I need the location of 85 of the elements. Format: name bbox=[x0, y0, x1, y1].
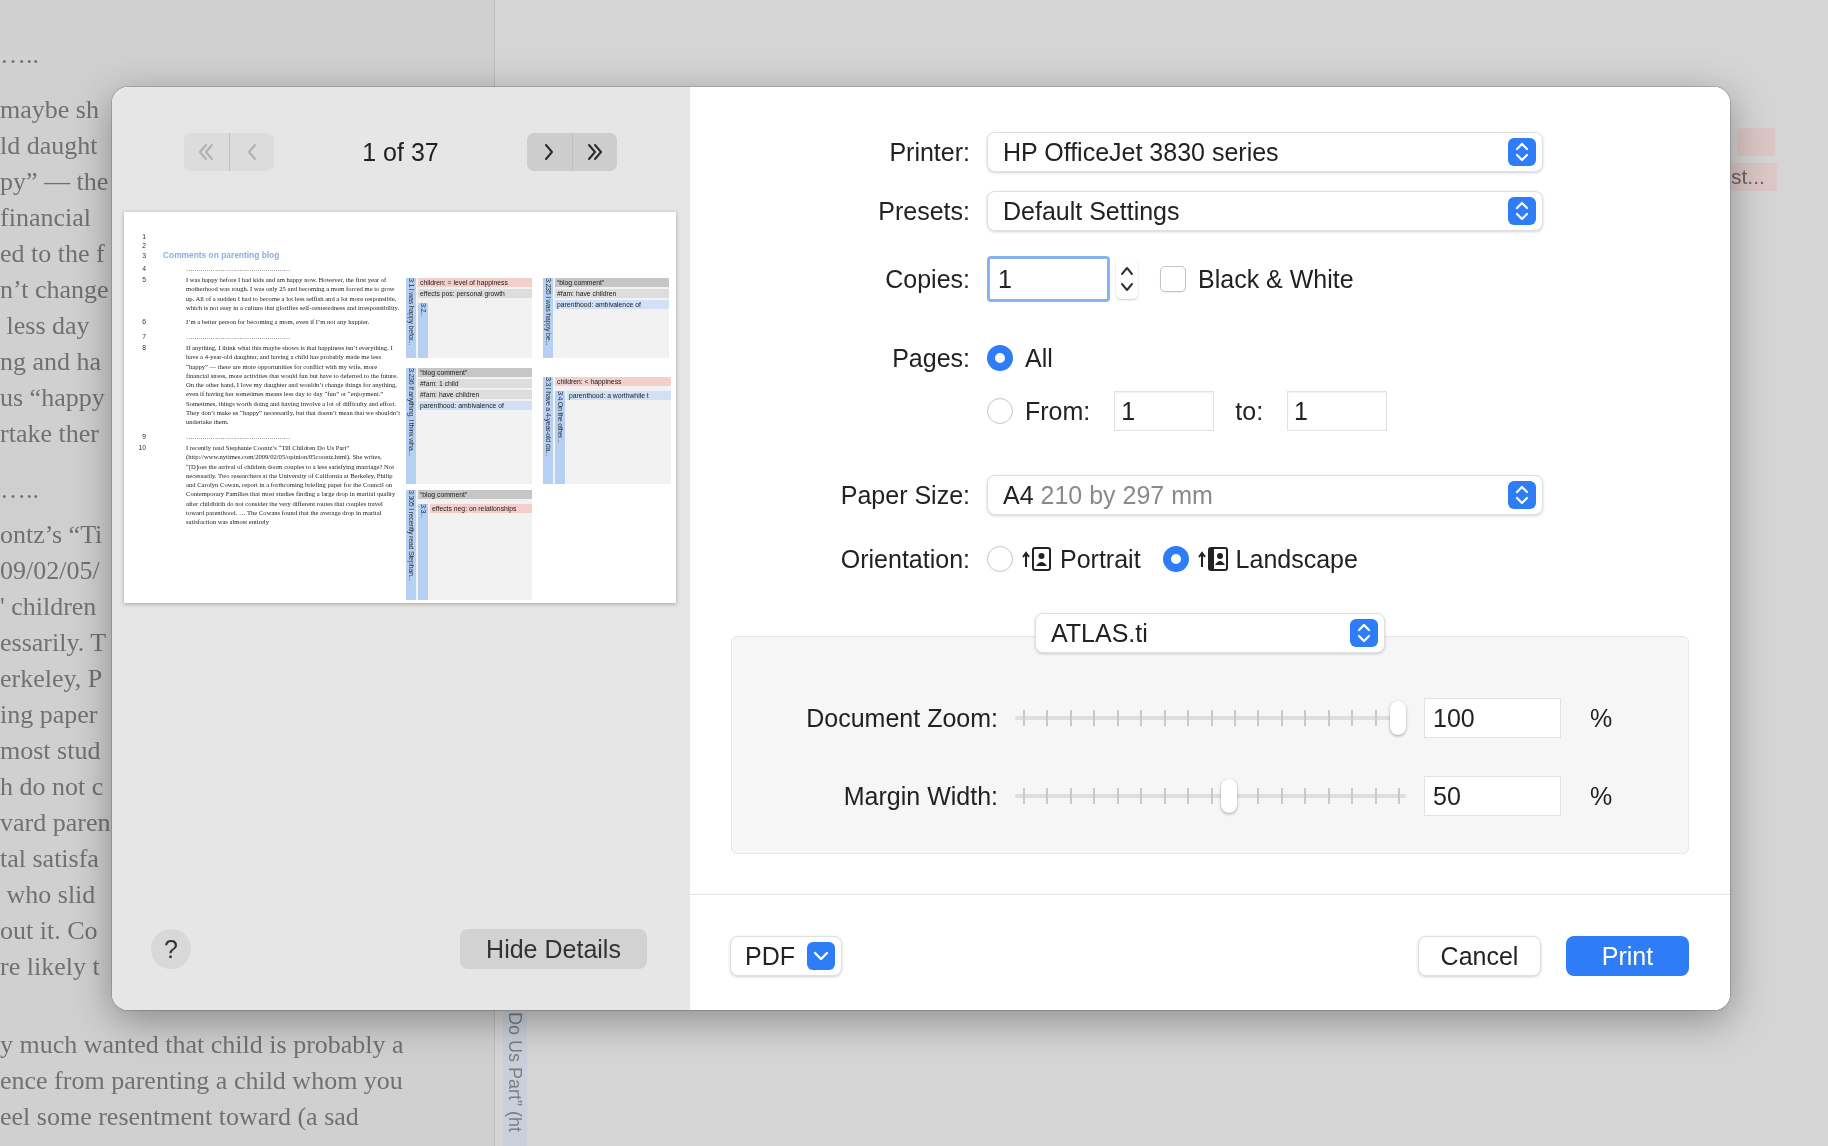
to-page-field[interactable]: 1 bbox=[1287, 391, 1388, 431]
code-tag: st... bbox=[1731, 163, 1777, 191]
cancel-button[interactable]: Cancel bbox=[1418, 936, 1541, 976]
printer-popup[interactable]: HP OfficeJet 3830 series bbox=[987, 132, 1543, 172]
field-label: to: bbox=[1235, 396, 1264, 426]
radio-button[interactable] bbox=[987, 345, 1013, 371]
code-tag bbox=[1737, 128, 1775, 156]
document-text: erkeley, P bbox=[0, 663, 104, 695]
value-field[interactable]: 100 bbox=[1424, 698, 1561, 738]
radio-button[interactable] bbox=[987, 546, 1013, 572]
document-text: re likely t bbox=[0, 951, 101, 983]
field-label: Paper Size: bbox=[839, 480, 970, 510]
up-down-chevron-icon bbox=[1508, 481, 1536, 509]
quote-label: Do Us Part” (ht bbox=[503, 1012, 527, 1146]
document-text: maybe sh bbox=[0, 94, 100, 126]
document-text: ed to the f bbox=[0, 238, 106, 270]
portrait-icon bbox=[1022, 545, 1054, 573]
checkbox[interactable] bbox=[1160, 266, 1186, 292]
document-text: us “happy bbox=[0, 382, 106, 414]
document-text: ing paper bbox=[0, 699, 99, 731]
from-page-field[interactable]: 1 bbox=[1114, 391, 1215, 431]
radio-button[interactable] bbox=[1162, 546, 1189, 572]
document-text: ence from parenting a child whom you bbox=[0, 1065, 404, 1097]
last-page-button[interactable] bbox=[572, 133, 617, 171]
checkbox-label[interactable]: Black & White bbox=[1198, 264, 1354, 294]
radio-label[interactable]: Landscape bbox=[1235, 544, 1358, 574]
document-text: ….. bbox=[0, 474, 40, 506]
field-label: Presets: bbox=[877, 196, 970, 226]
slider-label: Margin Width: bbox=[842, 781, 998, 811]
up-down-chevron-icon bbox=[1508, 138, 1536, 166]
pdf-button[interactable]: PDF bbox=[730, 936, 842, 976]
document-text: most stud bbox=[0, 735, 102, 767]
radio-label[interactable]: Portrait bbox=[1060, 544, 1141, 574]
field-label: Orientation: bbox=[839, 544, 970, 574]
slider[interactable] bbox=[1015, 700, 1406, 736]
document-text: 09/02/05/ bbox=[0, 555, 101, 587]
document-text: ld daught bbox=[0, 130, 99, 162]
document-text: ' children bbox=[0, 591, 98, 623]
section-popup[interactable]: ATLAS.ti bbox=[1035, 613, 1385, 653]
document-text: n’t change bbox=[0, 274, 110, 306]
document-text: h do not c bbox=[0, 771, 105, 803]
document-text: financial bbox=[0, 202, 92, 234]
print-button[interactable]: Print bbox=[1566, 936, 1689, 976]
field-label: Copies: bbox=[884, 264, 970, 294]
unit-label: % bbox=[1590, 781, 1613, 811]
landscape-icon bbox=[1197, 545, 1230, 573]
chevron-icon bbox=[197, 142, 216, 162]
document-text: ….. bbox=[0, 39, 40, 71]
chevron-icon bbox=[585, 142, 604, 162]
presets-popup[interactable]: Default Settings bbox=[987, 191, 1543, 231]
chevron-down-icon bbox=[807, 942, 835, 970]
document-text: vard paren bbox=[0, 807, 110, 839]
document-text: rtake ther bbox=[0, 418, 100, 450]
stepper[interactable] bbox=[1116, 259, 1138, 299]
page-heading: Comments on parenting blog bbox=[163, 250, 280, 260]
field-label: Pages: bbox=[891, 343, 970, 373]
document-text: essarily. T bbox=[0, 627, 108, 659]
field-label: Printer: bbox=[888, 137, 970, 167]
radio-label[interactable]: From: bbox=[1025, 396, 1091, 426]
document-text: out it. Co bbox=[0, 915, 99, 947]
copies-field[interactable]: 1 bbox=[987, 256, 1110, 302]
up-down-chevron-icon bbox=[1508, 197, 1536, 225]
hide-details-button[interactable]: Hide Details bbox=[460, 929, 647, 969]
document-text: who slid bbox=[5, 879, 97, 911]
value-field[interactable]: 50 bbox=[1424, 776, 1561, 816]
slider-thumb[interactable] bbox=[1390, 701, 1406, 735]
slider-thumb[interactable] bbox=[1221, 779, 1238, 813]
slider[interactable] bbox=[1015, 778, 1406, 814]
next-page-button[interactable] bbox=[527, 133, 572, 171]
help-button[interactable]: ? bbox=[151, 929, 191, 969]
document-text: less day bbox=[5, 310, 91, 342]
document-text: ontz’s “Ti bbox=[0, 519, 104, 551]
page-indicator: 1 of 37 bbox=[361, 137, 440, 167]
up-down-chevron-icon bbox=[1120, 264, 1134, 294]
document-text: y much wanted that child is probably a bbox=[0, 1029, 404, 1061]
document-text: ng and ha bbox=[0, 346, 103, 378]
unit-label: % bbox=[1590, 703, 1613, 733]
radio-label[interactable]: All bbox=[1025, 343, 1053, 373]
document-text: tal satisfa bbox=[0, 843, 100, 875]
paper-size-popup[interactable]: A4 210 by 297 mm bbox=[987, 475, 1543, 515]
document-text: eel some resentment toward (a sad bbox=[0, 1101, 360, 1133]
slider-label: Document Zoom: bbox=[805, 703, 998, 733]
document-text: py” — the bbox=[0, 166, 110, 198]
up-down-chevron-icon bbox=[1350, 619, 1378, 647]
radio-button[interactable] bbox=[987, 398, 1013, 424]
